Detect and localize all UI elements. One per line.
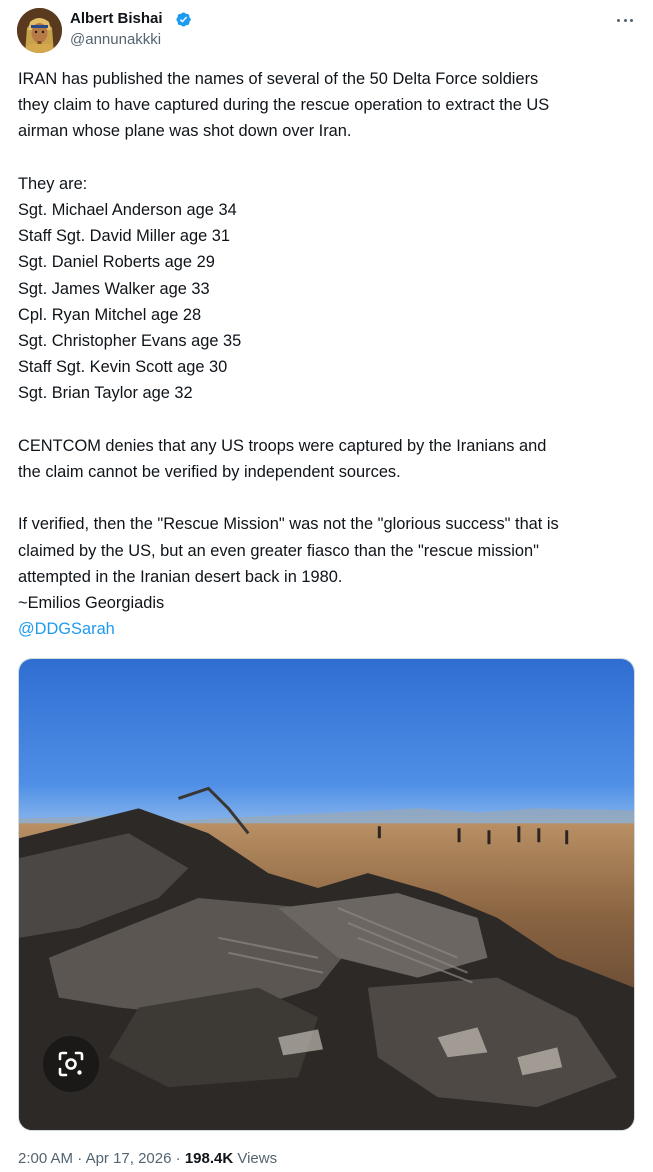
meta-separator: · xyxy=(171,1150,185,1167)
soldier-name: Sgt. Brian Taylor age 32 xyxy=(18,384,193,403)
tweet-time[interactable]: 2:00 AM xyxy=(18,1150,73,1167)
avatar-pharaoh-icon xyxy=(17,8,62,53)
soldier-name: Staff Sgt. Kevin Scott age 30 xyxy=(18,358,228,377)
tweet-text: IRAN has published the names of several … xyxy=(18,66,633,642)
tweet-blank-line xyxy=(18,407,633,433)
tweet-date[interactable]: Apr 17, 2026 xyxy=(86,1150,172,1167)
tweet-line: they claim to have captured during the r… xyxy=(18,96,550,115)
tweet-blank-line xyxy=(18,145,633,171)
soldier-name: Cpl. Ryan Mitchel age 28 xyxy=(18,305,202,324)
tweet-line: CENTCOM denies that any US troops were c… xyxy=(18,436,547,455)
aircraft-wreckage-photo xyxy=(19,659,634,1130)
views-count: 198.4K xyxy=(184,1150,234,1167)
google-lens-icon xyxy=(58,1051,84,1077)
tweet-line: attempted in the Iranian desert back in … xyxy=(18,567,343,586)
views-label: Views xyxy=(237,1150,278,1167)
tweet-line: claimed by the US, but an even greater f… xyxy=(18,541,539,560)
more-options-icon[interactable] xyxy=(615,12,635,28)
soldier-name: Staff Sgt. David Miller age 31 xyxy=(18,227,230,246)
verified-badge-icon xyxy=(176,12,191,27)
tweet-media-image[interactable] xyxy=(18,658,635,1131)
tweet-line: IRAN has published the names of several … xyxy=(18,70,539,88)
mention-link[interactable]: @DDGSarah xyxy=(18,620,115,638)
tweet-line: airman whose plane was shot down over Ir… xyxy=(18,122,352,141)
author-avatar[interactable] xyxy=(17,8,62,53)
meta-separator: · xyxy=(73,1150,86,1167)
tweet-line: the claim cannot be verified by independ… xyxy=(18,463,401,482)
tweet-meta: 2:00 AM · Apr 17, 2026 · 198.4K Views xyxy=(18,1149,277,1169)
soldier-name: Sgt. Daniel Roberts age 29 xyxy=(18,253,215,272)
tweet-line: They are: xyxy=(18,174,88,193)
tweet-signature: ~Emilios Georgiadis xyxy=(18,594,165,613)
author-handle[interactable]: @annunakkki xyxy=(70,30,161,50)
tweet-blank-line xyxy=(18,485,633,511)
tweet-line: If verified, then the "Rescue Mission" w… xyxy=(18,515,559,534)
soldier-name: Sgt. Christopher Evans age 35 xyxy=(18,332,242,351)
google-lens-button[interactable] xyxy=(43,1036,99,1092)
soldier-name: Sgt. James Walker age 33 xyxy=(18,279,210,298)
soldier-name: Sgt. Michael Anderson age 34 xyxy=(18,201,237,219)
author-display-name[interactable]: Albert Bishai xyxy=(70,9,163,29)
